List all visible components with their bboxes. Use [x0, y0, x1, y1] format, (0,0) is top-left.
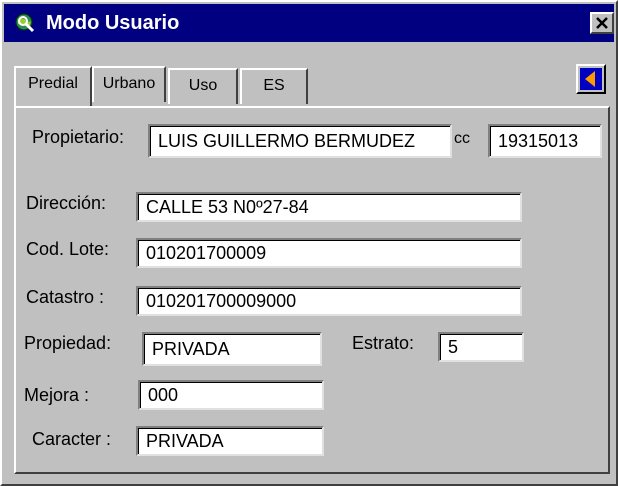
tab-uso[interactable]: Uso — [168, 68, 238, 104]
direccion-field[interactable]: CALLE 53 N0º27-84 — [136, 192, 522, 222]
cc-label: cc — [454, 130, 470, 147]
globe-magnifier-icon — [15, 13, 35, 33]
back-nav-button[interactable] — [576, 64, 606, 94]
arrow-left-icon — [585, 71, 595, 87]
tab-urbano[interactable]: Urbano — [92, 66, 166, 102]
tab-es-label: ES — [263, 77, 285, 94]
catastro-label: Catastro : — [26, 287, 105, 307]
caracter-label: Caracter : — [32, 429, 112, 449]
close-button[interactable] — [590, 12, 614, 34]
cod-lote-label: Cod. Lote: — [26, 239, 110, 259]
tab-predial-label: Predial — [28, 75, 78, 92]
catastro-field[interactable]: 010201700009000 — [136, 286, 522, 316]
cc-field[interactable]: 19315013 — [488, 124, 602, 158]
tab-es[interactable]: ES — [240, 68, 308, 104]
window-title: Modo Usuario — [46, 12, 180, 34]
tab-uso-label: Uso — [188, 77, 218, 94]
close-icon — [596, 17, 608, 29]
cod-lote-field[interactable]: 010201700009 — [136, 238, 522, 268]
mejora-label: Mejora : — [24, 385, 90, 405]
nav-button-face — [580, 68, 602, 90]
title-bar[interactable]: Modo Usuario — [4, 4, 614, 42]
modo-usuario-window: Modo Usuario Predial Urbano Uso ES Propi… — [0, 0, 618, 486]
estrato-field[interactable]: 5 — [438, 332, 524, 362]
direccion-label: Dirección: — [26, 193, 107, 213]
estrato-label: Estrato: — [352, 333, 415, 353]
caracter-field[interactable]: PRIVADA — [136, 426, 324, 456]
mejora-field[interactable]: 000 — [138, 380, 324, 410]
propietario-field[interactable]: LUIS GUILLERMO BERMUDEZ — [148, 124, 452, 158]
tab-urbano-label: Urbano — [102, 75, 156, 92]
propiedad-field[interactable]: PRIVADA — [142, 332, 322, 366]
tab-predial[interactable]: Predial — [14, 66, 92, 106]
propiedad-label: Propiedad: — [24, 333, 112, 353]
propietario-label: Propietario: — [32, 127, 125, 147]
